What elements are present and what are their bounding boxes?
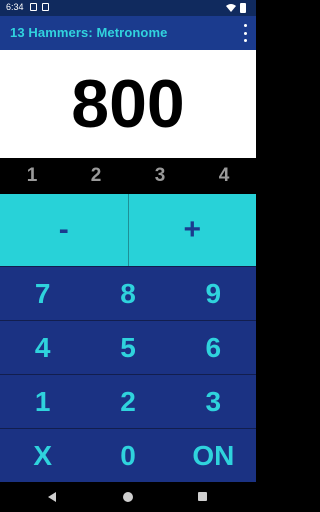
notification-a-icon xyxy=(30,3,37,11)
clear-button[interactable]: X xyxy=(0,429,85,482)
key-9[interactable]: 9 xyxy=(171,267,256,320)
keypad-row-2: 4 5 6 xyxy=(0,320,256,374)
key-0[interactable]: 0 xyxy=(85,429,170,482)
keypad-row-4: X 0 ON xyxy=(0,428,256,482)
tempo-value: 800 xyxy=(71,66,185,142)
beat-4: 4 xyxy=(218,165,230,186)
beat-2: 2 xyxy=(90,165,102,186)
key-5[interactable]: 5 xyxy=(85,321,170,374)
key-2[interactable]: 2 xyxy=(85,375,170,428)
beat-3: 3 xyxy=(154,165,166,186)
notification-b-icon xyxy=(42,3,49,11)
tempo-display: 800 xyxy=(0,50,256,158)
key-6[interactable]: 6 xyxy=(171,321,256,374)
wifi-icon xyxy=(226,4,236,12)
keypad: 7 8 9 4 5 6 1 2 3 X 0 ON xyxy=(0,266,256,482)
status-time: 6:34 xyxy=(6,2,24,12)
decrease-button[interactable]: - xyxy=(0,194,128,266)
on-button[interactable]: ON xyxy=(171,429,256,482)
more-vert-icon[interactable] xyxy=(240,24,250,42)
back-icon[interactable] xyxy=(48,492,56,502)
beat-indicator-row: 1 2 3 4 xyxy=(0,158,256,194)
battery-icon xyxy=(240,3,246,13)
app-bar: 13 Hammers: Metronome xyxy=(0,16,256,50)
increase-button[interactable]: + xyxy=(129,194,257,266)
navigation-bar xyxy=(0,482,256,512)
app-title: 13 Hammers: Metronome xyxy=(10,25,168,40)
key-1[interactable]: 1 xyxy=(0,375,85,428)
adjust-row: - + xyxy=(0,194,256,266)
key-4[interactable]: 4 xyxy=(0,321,85,374)
home-icon[interactable] xyxy=(123,492,133,502)
key-8[interactable]: 8 xyxy=(85,267,170,320)
key-3[interactable]: 3 xyxy=(171,375,256,428)
beat-1: 1 xyxy=(26,165,38,186)
key-7[interactable]: 7 xyxy=(0,267,85,320)
keypad-row-1: 7 8 9 xyxy=(0,266,256,320)
keypad-row-3: 1 2 3 xyxy=(0,374,256,428)
recents-icon[interactable] xyxy=(198,492,207,501)
status-bar: 6:34 xyxy=(0,0,256,16)
